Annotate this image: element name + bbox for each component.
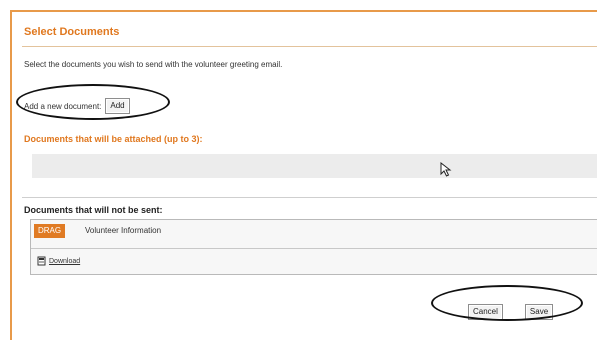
not-sent-documents-heading: Documents that will not be sent: <box>24 205 163 215</box>
mouse-cursor-icon <box>440 162 452 177</box>
add-document-row: Add a new document: Add <box>24 98 130 114</box>
intro-text: Select the documents you wish to send wi… <box>24 60 283 69</box>
download-row: Download <box>37 256 80 266</box>
drag-handle[interactable]: DRAG <box>34 224 66 238</box>
form-actions: Cancel Save <box>468 304 554 320</box>
document-list-item[interactable]: DRAG Volunteer Information Download <box>30 219 597 275</box>
section-divider <box>22 197 597 198</box>
download-icon <box>37 256 46 266</box>
save-button[interactable]: Save <box>524 304 554 320</box>
attached-documents-drop-zone[interactable] <box>32 154 597 178</box>
add-document-label: Add a new document: <box>24 101 102 111</box>
page-title: Select Documents <box>24 26 120 38</box>
document-name: Volunteer Information <box>85 226 162 235</box>
add-button[interactable]: Add <box>105 98 130 114</box>
cancel-button[interactable]: Cancel <box>468 304 503 320</box>
select-documents-panel: Select Documents Select the documents yo… <box>10 10 597 340</box>
attached-documents-heading: Documents that will be attached (up to 3… <box>24 134 203 144</box>
title-divider <box>22 46 597 47</box>
download-link[interactable]: Download <box>49 258 80 265</box>
document-row: DRAG Volunteer Information <box>31 220 597 249</box>
